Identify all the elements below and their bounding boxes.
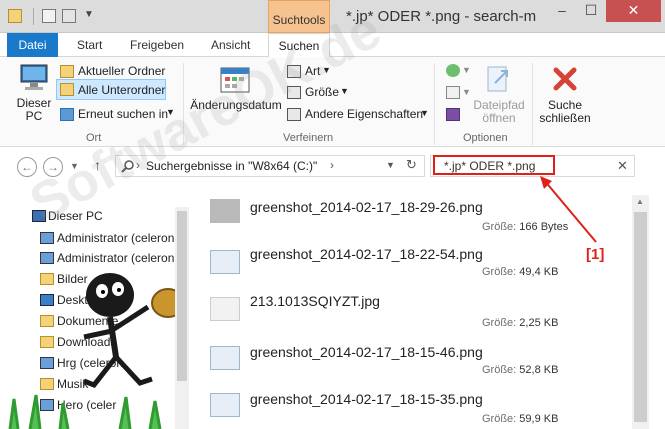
scroll-up-icon[interactable]: ▲ [636,197,644,206]
close-search-label: Suche schließen [539,98,591,125]
file-size: 52,8 KB [519,364,559,376]
open-file-location-label: Dateipfad öffnen [473,98,525,125]
advanced-options-icon[interactable] [446,86,460,99]
results-scrollbar-thumb[interactable] [634,212,647,422]
list-item[interactable]: greenshot_2014-02-17_18-15-46.png Größe:… [196,340,626,386]
grass-decoration [8,394,162,429]
navigation-scrollbar-thumb[interactable] [177,211,187,381]
properties-icon[interactable] [42,9,56,23]
list-item[interactable]: greenshot_2014-02-17_18-15-35.png Größe:… [196,387,626,429]
clear-search-icon[interactable]: ✕ [617,158,628,174]
network-drive-icon [40,252,54,264]
other-properties-button[interactable]: Andere Eigenschaften [305,107,423,121]
quick-access-separator [33,8,34,25]
network-drive-icon [40,357,54,369]
size-label: Größe: [482,364,517,376]
subfolders-icon [60,83,74,96]
tab-share[interactable]: Freigeben [130,38,184,52]
all-subfolders-button[interactable]: Alle Unterordner [78,83,165,97]
close-search-button[interactable]: Suche schließen [536,63,594,125]
group-label-refine: Verfeinern [283,132,334,144]
pictures-folder-icon [40,273,54,285]
address-dropdown-chevron-icon[interactable]: ▼ [386,160,395,170]
new-folder-icon[interactable] [62,9,76,23]
mascot-illustration [83,273,180,389]
tab-view[interactable]: Ansicht [211,38,250,52]
downloads-folder-icon [40,336,54,348]
breadcrumb-chevron-icon[interactable]: › [330,158,334,172]
search-again-icon [60,108,74,121]
refresh-icon[interactable]: ↻ [406,157,417,173]
size-label: Größe: [482,317,517,329]
image-thumbnail [210,346,240,370]
save-search-icon[interactable] [446,108,460,121]
size-label: Größe: [482,221,517,233]
file-size: 49,4 KB [519,266,559,278]
file-name: greenshot_2014-02-17_18-22-54.png [250,246,483,262]
maximize-button[interactable]: ☐ [577,0,605,22]
annotation-arrow [540,176,597,243]
other-properties-icon [287,108,301,121]
folder-icon [60,65,74,78]
image-thumbnail [210,297,240,321]
tab-start[interactable]: Start [77,38,102,52]
chevron-down-icon[interactable]: ▼ [340,86,349,96]
file-name: greenshot_2014-02-17_18-15-46.png [250,344,483,360]
open-file-location-button[interactable]: Dateipfad öffnen [470,63,528,125]
navigation-pane: Dieser PC Administrator (celeron Adminis… [0,187,190,429]
minimize-button[interactable]: – [548,0,576,22]
documents-folder-icon [40,315,54,327]
image-thumbnail [210,250,240,274]
list-item[interactable]: 213.1013SQIYZT.jpg Größe: 2,25 KB [196,291,626,337]
network-drive-icon [40,232,54,244]
recent-searches-icon[interactable] [446,64,460,77]
image-thumbnail [210,393,240,417]
file-size: 2,25 KB [519,317,559,329]
file-name: greenshot_2014-02-17_18-15-35.png [250,391,483,407]
annotation-label: [1] [586,246,605,263]
nav-item-admin-drive[interactable]: Administrator (celeron [57,251,174,265]
image-thumbnail [210,199,240,223]
close-button[interactable]: ✕ [606,0,661,22]
file-name: greenshot_2014-02-17_18-29-26.png [250,199,483,215]
this-pc-button[interactable]: Dieser PC [14,63,54,127]
chevron-down-icon[interactable]: ▼ [420,108,429,118]
file-name: 213.1013SQIYZT.jpg [250,293,380,309]
close-search-icon [553,67,577,91]
size-label: Größe: [482,413,517,425]
group-separator [532,63,533,145]
group-separator [434,63,435,145]
desktop-folder-icon [40,294,54,306]
folder-icon[interactable] [8,9,22,23]
file-size: 59,9 KB [519,413,559,425]
customize-quick-access-chevron-icon[interactable]: ▼ [84,9,94,20]
size-label: Größe: [482,266,517,278]
current-folder-button[interactable]: Aktueller Ordner [78,64,165,78]
group-label-options: Optionen [463,132,508,144]
search-input[interactable]: *.jp* ODER *.png [444,159,535,173]
tab-file[interactable]: Datei [7,33,58,57]
this-pc-label: Dieser PC [16,96,52,123]
open-file-location-icon [487,66,508,92]
nav-item-admin-drive[interactable]: Administrator (celeron [57,231,174,245]
computer-icon [20,64,48,90]
